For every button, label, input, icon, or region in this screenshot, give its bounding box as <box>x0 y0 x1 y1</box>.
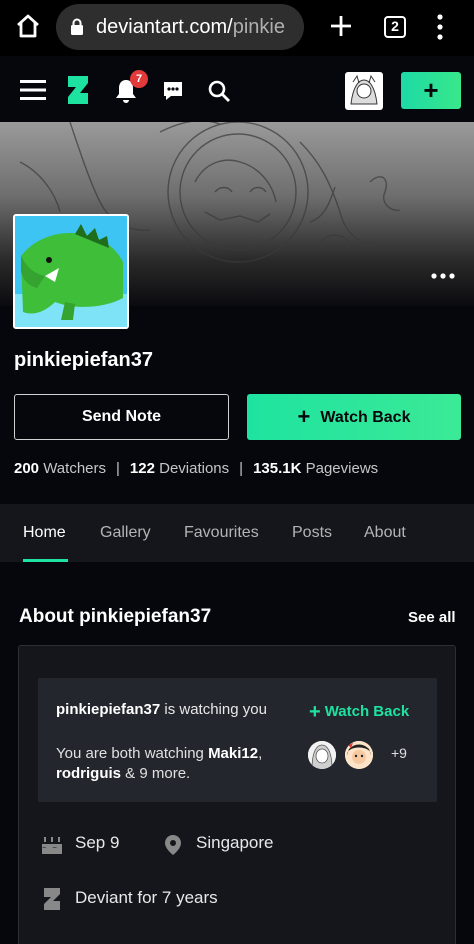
plus-icon: + <box>297 404 311 429</box>
birthday-text: Sep 9 <box>75 833 120 852</box>
location-pin-icon <box>165 835 181 855</box>
profile-stats: 200 Watchers | 122 Deviations | 135.1K Pagev… <box>14 460 378 477</box>
tab-posts[interactable]: Posts <box>292 524 332 542</box>
home-icon[interactable] <box>14 12 42 40</box>
watching-you-label: is watching you <box>160 701 267 718</box>
send-note-button[interactable]: Send Note <box>14 394 229 440</box>
mutual-user-link[interactable]: rodriguis <box>56 765 121 782</box>
inner-watch-back-label: Watch Back <box>324 703 410 720</box>
watch-back-label: Watch Back <box>320 409 411 426</box>
location-text: Singapore <box>196 833 274 852</box>
mutual-avatar[interactable] <box>345 741 373 769</box>
submit-button[interactable]: + <box>401 72 461 109</box>
tab-favourites[interactable]: Favourites <box>184 524 259 542</box>
profile-username: pinkiepiefan37 <box>14 349 153 371</box>
watch-back-button[interactable]: + Watch Back <box>247 394 461 440</box>
search-icon[interactable] <box>207 79 231 103</box>
watchers-count: 200 <box>14 460 40 477</box>
mutual-user-link[interactable]: Maki12 <box>208 745 258 762</box>
menu-kebab-icon[interactable] <box>428 12 452 42</box>
pageviews-count: 135.1K <box>253 460 302 477</box>
mutual-avatar[interactable] <box>308 741 336 769</box>
deviations-label[interactable]: Deviations <box>159 460 229 477</box>
pageviews-label: Pageviews <box>305 460 379 477</box>
mutual-comma: , <box>258 745 263 762</box>
deviations-count: 122 <box>129 460 155 477</box>
deviantart-logo-icon[interactable] <box>66 74 90 106</box>
deviant-for-text: Deviant for 7 years <box>75 888 218 907</box>
mutual-watching-text: You are both watching Maki12, rodriguis &… <box>56 744 296 784</box>
watching-you-text: pinkiepiefan37 is watching you <box>56 701 267 718</box>
more-watchers-count[interactable]: +9 <box>391 745 407 761</box>
plus-icon: + <box>309 701 321 723</box>
active-tab-indicator <box>23 559 68 562</box>
browser-toolbar: deviantart.com/pinkie 2 <box>0 0 474 56</box>
url-bar[interactable]: deviantart.com/pinkie <box>56 4 304 50</box>
new-tab-icon[interactable] <box>327 12 355 40</box>
lock-icon <box>71 18 83 35</box>
inner-watch-back-link[interactable]: + Watch Back <box>309 701 409 724</box>
tab-switcher-icon[interactable]: 2 <box>384 16 406 38</box>
mutual-prefix: You are both watching <box>56 745 209 762</box>
hamburger-menu-icon[interactable] <box>20 78 46 102</box>
mutual-suffix: & 9 more. <box>121 765 191 782</box>
deviantart-small-icon <box>44 888 60 910</box>
about-section-title: About pinkiepiefan37 <box>19 606 212 627</box>
url-text: deviantart.com/pinkie <box>96 16 296 39</box>
url-domain: deviantart.com/ <box>96 16 233 38</box>
tab-home[interactable]: Home <box>23 524 66 542</box>
notification-badge: 7 <box>130 70 148 88</box>
see-all-link[interactable]: See all <box>408 609 456 626</box>
profile-picture[interactable] <box>13 214 129 329</box>
user-avatar[interactable] <box>345 72 383 110</box>
tab-about[interactable]: About <box>364 524 406 542</box>
url-path: pinkie <box>232 16 285 38</box>
chat-icon[interactable] <box>162 80 184 102</box>
cake-icon <box>42 837 62 854</box>
more-options-icon[interactable] <box>430 270 456 282</box>
watchers-label[interactable]: Watchers <box>43 460 106 477</box>
watching-username[interactable]: pinkiepiefan37 <box>56 701 160 718</box>
profile-tabs: Home Gallery Favourites Posts About <box>0 504 474 562</box>
tab-gallery[interactable]: Gallery <box>100 524 151 542</box>
stats-separator: | <box>239 460 244 477</box>
stats-separator: | <box>116 460 120 477</box>
